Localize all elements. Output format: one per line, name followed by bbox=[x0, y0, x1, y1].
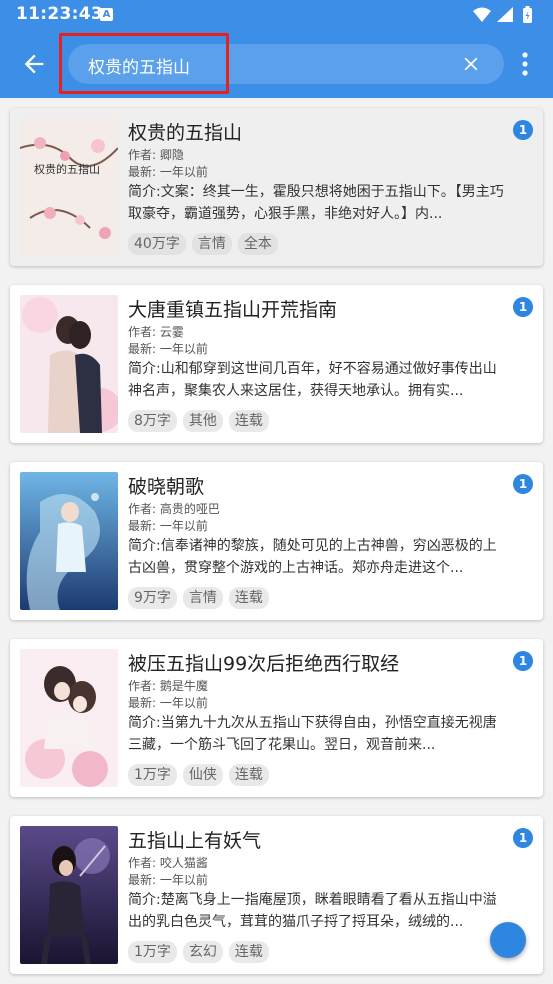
tag-status: 全本 bbox=[237, 233, 278, 255]
tag-genre: 玄幻 bbox=[182, 941, 223, 963]
book-latest: 最新: 一年以前 bbox=[128, 519, 208, 533]
source-count-badge: 1 bbox=[513, 120, 533, 140]
tag-word-count: 40万字 bbox=[128, 233, 186, 255]
book-card[interactable]: 被压五指山99次后拒绝西行取经 作者: 鹅是牛魔 最新: 一年以前 简介:当第九… bbox=[10, 639, 543, 797]
book-author: 作者: 咬人猫酱 bbox=[128, 856, 208, 870]
wifi-icon bbox=[473, 7, 491, 22]
book-intro: 简介:楚离飞身上一指庵屋顶，眯着眼睛看了看从五指山中溢出的乳白色灵气，茸茸的猫爪… bbox=[128, 892, 497, 930]
notification-icon: A bbox=[100, 8, 113, 21]
tag-status: 连载 bbox=[228, 410, 269, 432]
book-author: 作者: 高贵的哑巴 bbox=[128, 502, 220, 516]
book-intro: 简介:山和郁穿到这世间几百年，好不容易通过做好事传出山神名声，聚集农人来这居住，… bbox=[128, 361, 497, 399]
warrior-woman-cover bbox=[20, 826, 118, 964]
book-card[interactable]: 权贵的五指山 权贵的五指山 作者: 卿隐 最新: 一年以前 简介:文案：终其一生… bbox=[10, 108, 543, 266]
book-intro: 简介:文案：终其一生，霍殷只想将她困于五指山下。【男主巧取豪夺，霸道强势，心狠手… bbox=[128, 184, 504, 222]
fantasy-goddess-cover bbox=[20, 472, 118, 610]
tag-genre: 言情 bbox=[182, 587, 223, 609]
system-status-icons bbox=[473, 6, 532, 23]
book-latest: 最新: 一年以前 bbox=[128, 696, 208, 710]
book-title: 大唐重镇五指山开荒指南 bbox=[128, 299, 338, 321]
book-latest: 最新: 一年以前 bbox=[128, 165, 208, 179]
book-tags: 8万字 其他 连载 bbox=[128, 410, 269, 432]
book-author: 作者: 卿隐 bbox=[128, 148, 184, 162]
book-tags: 9万字 言情 连载 bbox=[128, 587, 269, 609]
book-latest: 最新: 一年以前 bbox=[128, 342, 208, 356]
tag-word-count: 1万字 bbox=[128, 764, 177, 786]
source-count-badge: 1 bbox=[513, 474, 533, 494]
tag-status: 连载 bbox=[228, 941, 269, 963]
book-intro: 简介:信奉诸神的黎族，随处可见的上古神兽，穷凶恶极的上古凶兽，贯穿整个游戏的上古… bbox=[128, 538, 497, 576]
tag-genre: 其他 bbox=[182, 410, 223, 432]
tag-status: 连载 bbox=[228, 764, 269, 786]
book-tags: 1万字 玄幻 连载 bbox=[128, 941, 269, 963]
couple-portrait-cover bbox=[20, 295, 118, 433]
source-count-badge: 1 bbox=[513, 297, 533, 317]
tag-genre: 言情 bbox=[191, 233, 232, 255]
book-author: 作者: 鹅是牛魔 bbox=[128, 679, 208, 693]
floating-action-button[interactable] bbox=[490, 922, 526, 958]
search-highlight-box bbox=[59, 33, 229, 94]
app-bar: 11:23:43 A 权贵的五指山 bbox=[0, 0, 553, 98]
book-tags: 40万字 言情 全本 bbox=[128, 233, 278, 255]
book-title: 五指山上有妖气 bbox=[128, 830, 262, 852]
plum-blossom-cover: 权贵的五指山 bbox=[20, 118, 118, 256]
book-intro: 简介:当第九十九次从五指山下获得自由，孙悟空直接无视唐三藏，一个筋斗飞回了花果山… bbox=[128, 715, 497, 753]
book-tags: 1万字 仙侠 连载 bbox=[128, 764, 269, 786]
tag-genre: 仙侠 bbox=[182, 764, 223, 786]
book-latest: 最新: 一年以前 bbox=[128, 873, 208, 887]
status-bar: 11:23:43 A bbox=[0, 0, 553, 30]
signal-icon bbox=[497, 7, 513, 22]
romance-couple-cover bbox=[20, 649, 118, 787]
status-time: 11:23:43 bbox=[16, 4, 103, 24]
source-count-badge: 1 bbox=[513, 828, 533, 848]
book-title: 破晓朝歌 bbox=[128, 476, 205, 498]
more-options-icon[interactable] bbox=[517, 51, 533, 77]
book-author: 作者: 云霎 bbox=[128, 325, 184, 339]
tag-word-count: 8万字 bbox=[128, 410, 177, 432]
tag-word-count: 9万字 bbox=[128, 587, 177, 609]
book-title: 被压五指山99次后拒绝西行取经 bbox=[128, 653, 400, 675]
source-count-badge: 1 bbox=[513, 651, 533, 671]
tag-status: 连载 bbox=[228, 587, 269, 609]
book-card[interactable]: 大唐重镇五指山开荒指南 作者: 云霎 最新: 一年以前 简介:山和郁穿到这世间几… bbox=[10, 285, 543, 443]
tag-word-count: 1万字 bbox=[128, 941, 177, 963]
back-arrow-icon[interactable] bbox=[20, 50, 48, 78]
clear-search-icon[interactable] bbox=[460, 53, 482, 75]
book-card[interactable]: 破晓朝歌 作者: 高贵的哑巴 最新: 一年以前 简介:信奉诸神的黎族，随处可见的… bbox=[10, 462, 543, 620]
book-card[interactable]: 五指山上有妖气 作者: 咬人猫酱 最新: 一年以前 简介:楚离飞身上一指庵屋顶，… bbox=[10, 816, 543, 974]
cover-title-text: 权贵的五指山 bbox=[34, 162, 100, 176]
book-title: 权贵的五指山 bbox=[128, 122, 243, 144]
